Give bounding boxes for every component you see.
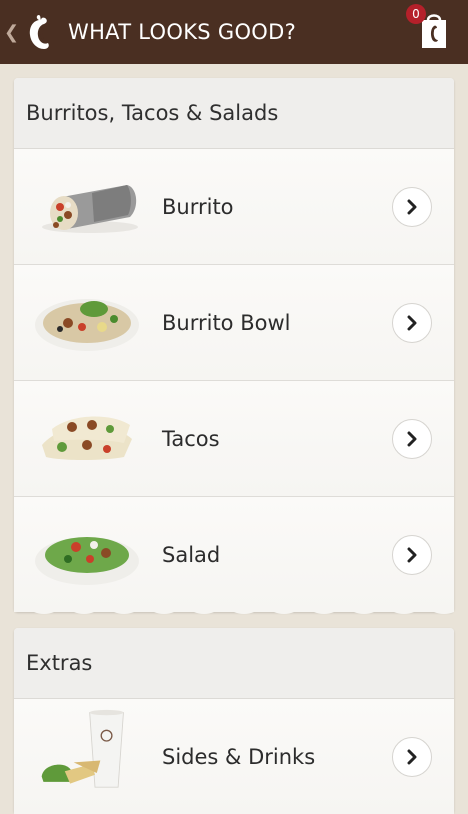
- menu-item-label: Salad: [162, 542, 221, 567]
- menu-item-salad[interactable]: Salad: [14, 497, 454, 612]
- sides-drinks-image: [41, 709, 124, 788]
- salad-image: [35, 536, 139, 585]
- burrito-bowl-image: [35, 298, 139, 351]
- chevron-left-icon[interactable]: ❮: [4, 22, 19, 43]
- chevron-right-icon[interactable]: [392, 186, 432, 227]
- chevron-right-icon[interactable]: [392, 736, 432, 777]
- section-extras: Extras Sides & Drinks: [14, 628, 454, 814]
- menu-item-label: Tacos: [162, 426, 220, 451]
- menu-item-burrito-bowl[interactable]: Burrito Bowl: [14, 265, 454, 381]
- menu-item-label: Burrito: [162, 194, 234, 219]
- cart-count-badge: 0: [406, 4, 426, 24]
- tacos-image: [42, 415, 132, 460]
- section-header: Extras: [14, 628, 454, 699]
- menu-item-tacos[interactable]: Tacos: [14, 381, 454, 497]
- burrito-image: [42, 184, 138, 233]
- menu-item-burrito[interactable]: Burrito: [14, 149, 454, 265]
- app-header: ❮ WHAT LOOKS GOOD? 0: [0, 0, 468, 64]
- menu-item-label: Sides & Drinks: [162, 744, 316, 769]
- page-title: WHAT LOOKS GOOD?: [68, 20, 297, 44]
- menu-item-label: Burrito Bowl: [162, 310, 291, 335]
- torn-edge-divider: [14, 608, 454, 614]
- chevron-right-icon[interactable]: [392, 534, 432, 575]
- chevron-right-icon[interactable]: [392, 302, 432, 343]
- shopping-bag-button[interactable]: 0: [406, 4, 450, 50]
- chevron-right-icon[interactable]: [392, 418, 432, 459]
- menu-item-sides-drinks[interactable]: Sides & Drinks: [14, 699, 454, 814]
- chili-pepper-logo-icon[interactable]: [24, 12, 54, 52]
- section-burritos-tacos-salads: Burritos, Tacos & Salads Burrito Burrito…: [14, 78, 454, 612]
- section-header: Burritos, Tacos & Salads: [14, 78, 454, 149]
